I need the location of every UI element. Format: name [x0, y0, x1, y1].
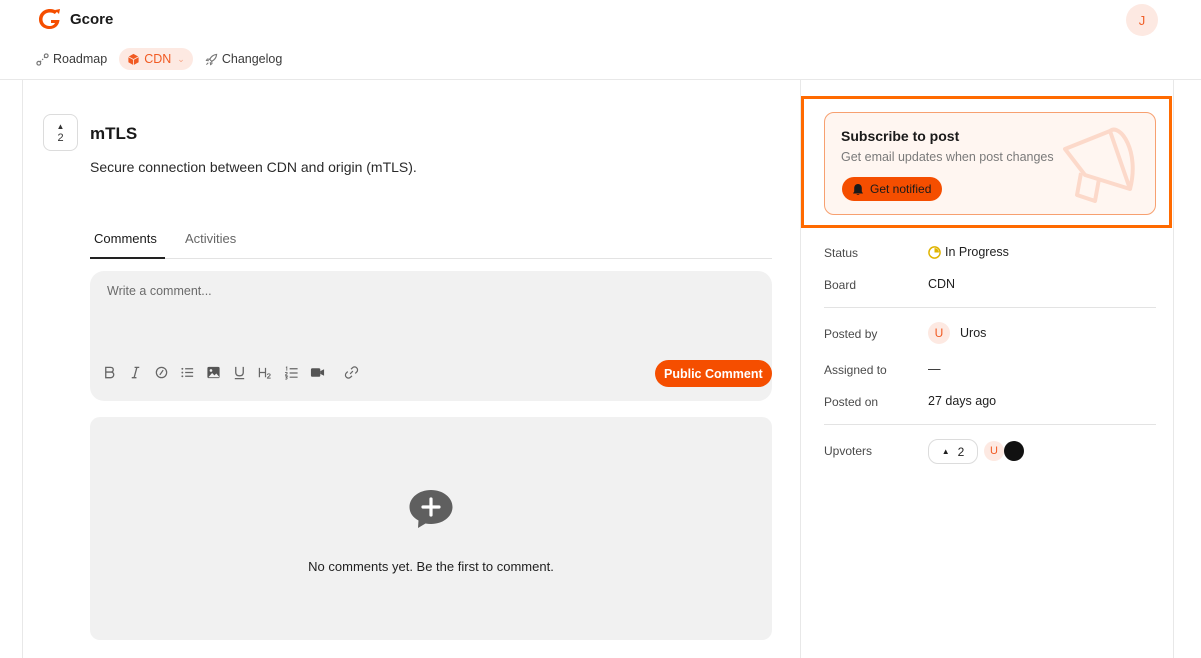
code-icon[interactable]: [152, 363, 170, 381]
posted-by-value: U Uros: [928, 322, 986, 344]
subscribe-title: Subscribe to post: [841, 128, 960, 144]
bold-icon[interactable]: [100, 363, 118, 381]
board-label: Board: [824, 278, 857, 292]
link-icon[interactable]: [342, 363, 360, 381]
heading-icon[interactable]: [256, 363, 274, 381]
upvote-button[interactable]: ▲ 2: [43, 114, 78, 151]
status-label: Status: [824, 246, 859, 260]
get-notified-button[interactable]: Get notified: [842, 177, 943, 201]
posted-on-label: Posted on: [824, 395, 879, 409]
upvoters-vote-button[interactable]: ▲ 2: [928, 439, 978, 464]
nav-label-changelog: Changelog: [221, 52, 283, 66]
nav-item-changelog[interactable]: Changelog: [205, 48, 282, 70]
comments-empty-state: No comments yet. Be the first to comment…: [90, 417, 772, 640]
megaphone-icon: [1063, 127, 1135, 203]
add-comment-icon: [409, 490, 453, 528]
roadmap-icon: [36, 52, 49, 66]
upvoters-label: Upvoters: [824, 444, 873, 458]
nav-item-cdn[interactable]: CDN ⌄: [119, 48, 193, 70]
numbered-list-icon[interactable]: [282, 363, 300, 381]
content-border-left: [22, 80, 23, 658]
get-notified-label: Get notified: [870, 182, 932, 196]
upvoters-count: 2: [957, 444, 965, 459]
post-title: mTLS: [90, 124, 138, 143]
formatting-toolbar: [100, 363, 360, 381]
brand-name: Gcore: [70, 10, 114, 28]
vote-count: 2: [57, 131, 64, 144]
comment-input[interactable]: Write a comment...: [107, 284, 212, 298]
status-value[interactable]: In Progress: [928, 245, 1009, 259]
nav-item-roadmap[interactable]: Roadmap: [36, 48, 107, 70]
rocket-icon: [205, 53, 218, 65]
nav-label-cdn: CDN: [144, 52, 172, 66]
cube-icon: [128, 53, 140, 65]
user-avatar[interactable]: J: [1126, 4, 1158, 36]
video-icon[interactable]: [308, 363, 326, 381]
tab-comments[interactable]: Comments: [90, 231, 165, 259]
in-progress-icon: [928, 245, 941, 259]
image-icon[interactable]: [204, 363, 222, 381]
tab-activities[interactable]: Activities: [185, 231, 236, 259]
posted-on-value: 27 days ago: [928, 394, 997, 408]
board-value: CDN: [928, 277, 956, 291]
empty-state-message: No comments yet. Be the first to comment…: [308, 559, 554, 574]
post-description: Secure connection between CDN and origin…: [90, 159, 417, 175]
public-comment-button[interactable]: Public Comment: [655, 360, 772, 387]
subscribe-card: Subscribe to post Get email updates when…: [824, 112, 1156, 215]
bell-icon: [853, 183, 863, 195]
gcore-logo-icon: [39, 9, 60, 29]
assigned-to-value: —: [928, 362, 941, 376]
upvoter-avatar: U: [984, 441, 1004, 461]
top-header: Gcore J Roadmap CDN ⌄ Changelog: [0, 0, 1201, 80]
upvoter-avatar: [1004, 441, 1024, 461]
meta-divider: [824, 307, 1156, 308]
underline-icon[interactable]: [230, 363, 248, 381]
subscribe-description: Get email updates when post changes: [841, 150, 1054, 164]
arrow-up-icon: ▲: [56, 121, 65, 131]
posted-by-label: Posted by: [824, 327, 878, 341]
brand-logo[interactable]: Gcore: [38, 8, 113, 30]
arrow-up-icon: ▲: [941, 447, 950, 456]
post-tabs: Comments Activities: [90, 229, 772, 259]
author-name: Uros: [960, 326, 987, 340]
content-border-right: [1173, 80, 1174, 658]
meta-divider: [824, 424, 1156, 425]
comment-composer: Write a comment... Public Comment: [90, 271, 772, 401]
assigned-to-label: Assigned to: [824, 363, 887, 377]
status-text: In Progress: [945, 245, 1009, 259]
bullet-list-icon[interactable]: [178, 363, 196, 381]
nav-label-roadmap: Roadmap: [53, 52, 108, 66]
author-avatar: U: [928, 322, 950, 344]
italic-icon[interactable]: [126, 363, 144, 381]
board-nav: Roadmap CDN ⌄ Changelog: [36, 48, 282, 70]
chevron-down-icon: ⌄: [177, 53, 185, 64]
